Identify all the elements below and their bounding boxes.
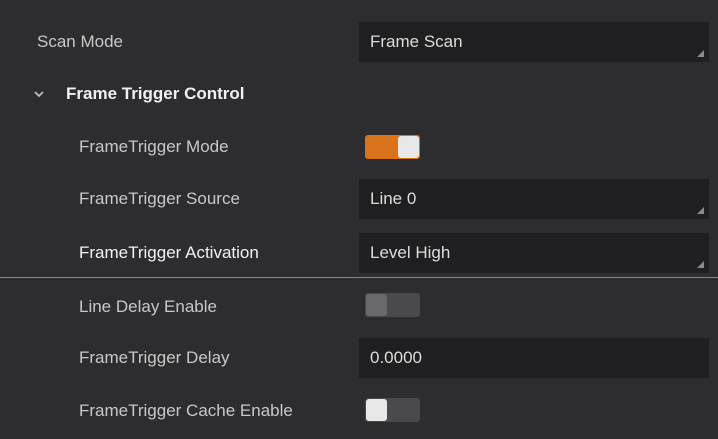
toggle-knob xyxy=(398,136,419,158)
dropdown-corner-icon xyxy=(697,50,704,57)
dropdown-corner-icon xyxy=(697,261,704,268)
frame-trigger-cache-enable-label: FrameTrigger Cache Enable xyxy=(79,401,293,420)
scan-mode-label: Scan Mode xyxy=(37,32,123,51)
frame-trigger-mode-toggle[interactable] xyxy=(365,135,420,159)
frame-trigger-delay-value: 0.0000 xyxy=(370,348,422,367)
dropdown-corner-icon xyxy=(697,207,704,214)
frame-trigger-activation-dropdown[interactable]: Level High xyxy=(359,233,709,273)
frame-trigger-delay-label: FrameTrigger Delay xyxy=(79,348,230,367)
frame-trigger-control-section[interactable]: Frame Trigger Control xyxy=(0,78,718,112)
frame-trigger-source-dropdown[interactable]: Line 0 xyxy=(359,179,709,219)
chevron-down-icon[interactable] xyxy=(33,88,45,100)
scan-mode-dropdown[interactable]: Frame Scan xyxy=(359,22,709,62)
frame-trigger-source-value: Line 0 xyxy=(370,189,417,208)
frame-trigger-delay-input[interactable]: 0.0000 xyxy=(359,338,709,378)
frame-trigger-activation-label: FrameTrigger Activation xyxy=(79,243,259,262)
selection-divider xyxy=(0,277,718,278)
frame-trigger-source-label: FrameTrigger Source xyxy=(79,189,240,208)
scan-mode-value: Frame Scan xyxy=(370,32,463,51)
toggle-knob xyxy=(366,399,387,421)
property-panel: Scan Mode Frame Scan Frame Trigger Contr… xyxy=(0,0,718,439)
toggle-knob xyxy=(366,294,387,316)
line-delay-enable-toggle[interactable] xyxy=(365,293,420,317)
section-title: Frame Trigger Control xyxy=(66,84,245,103)
frame-trigger-activation-value: Level High xyxy=(370,243,451,262)
line-delay-enable-label: Line Delay Enable xyxy=(79,297,217,316)
frame-trigger-mode-label: FrameTrigger Mode xyxy=(79,137,229,156)
frame-trigger-cache-enable-toggle[interactable] xyxy=(365,398,420,422)
